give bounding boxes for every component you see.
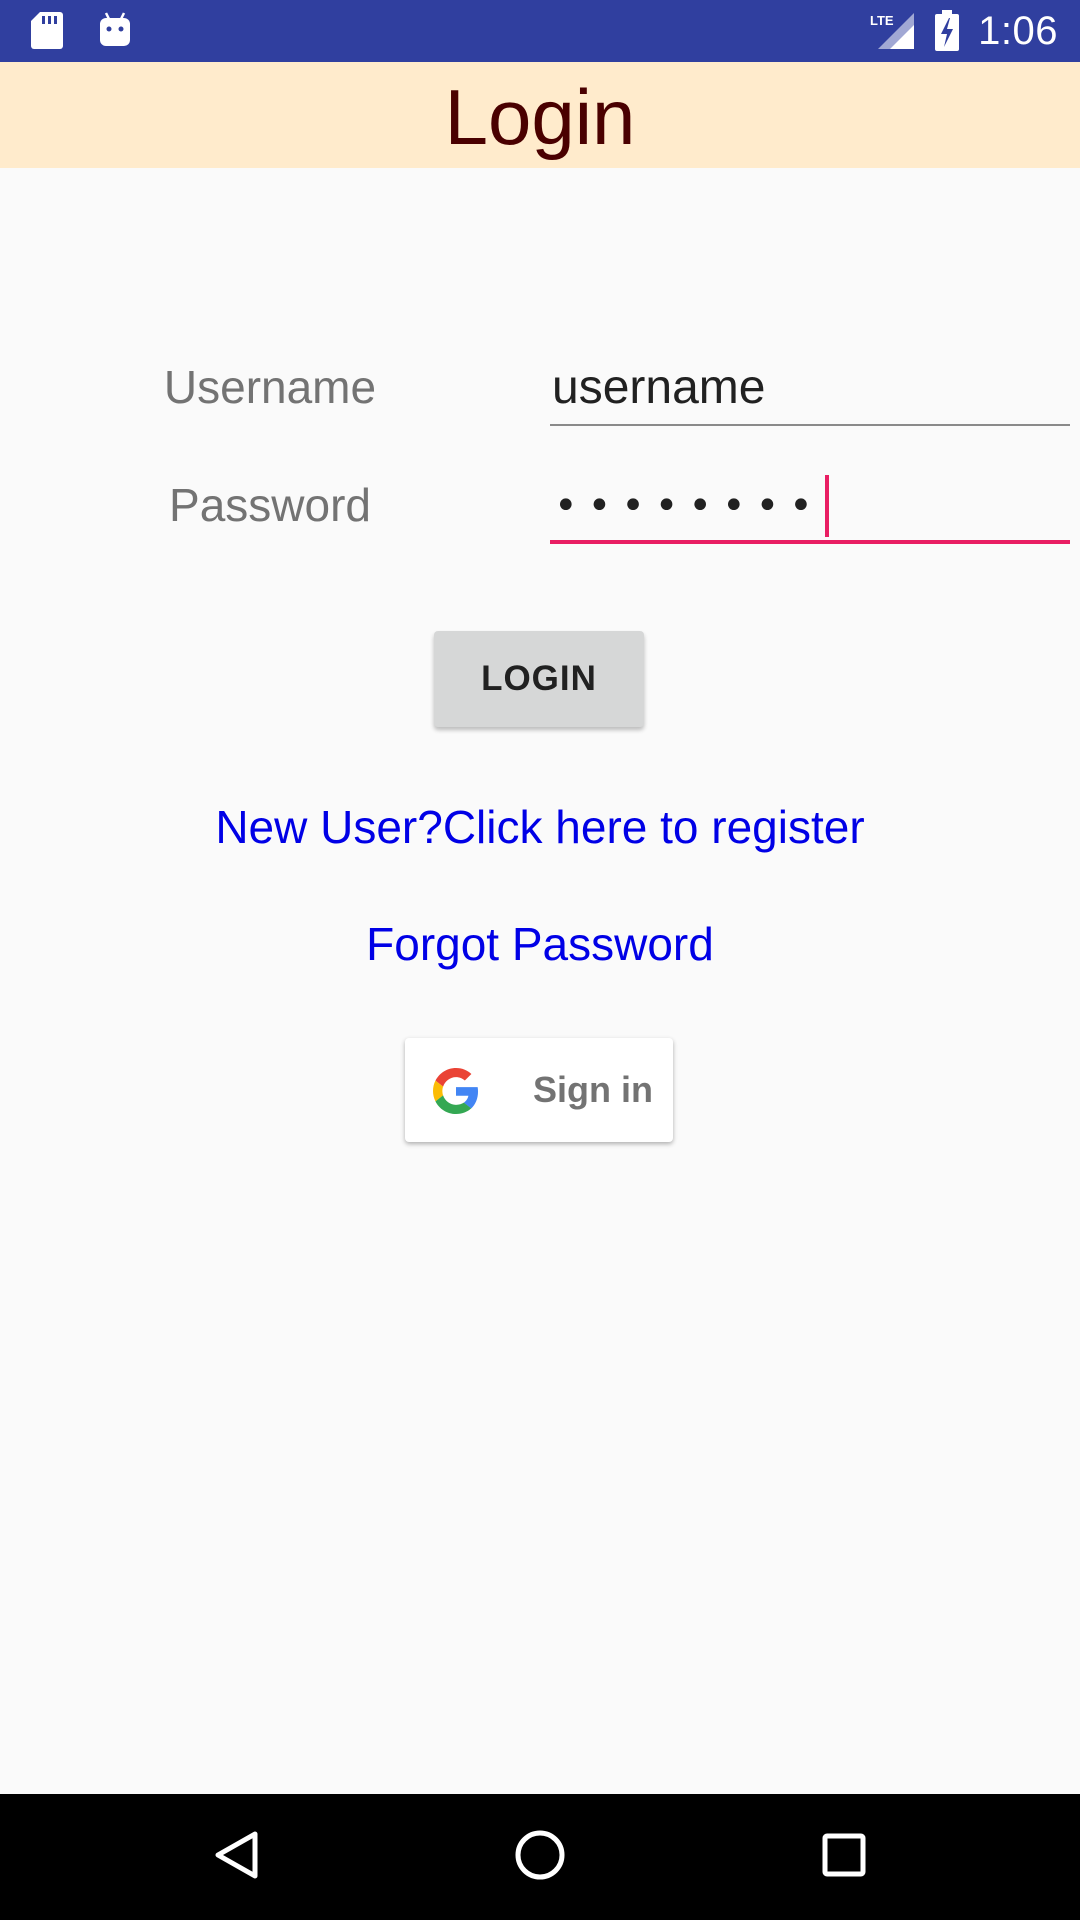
username-field[interactable]: username: [550, 350, 1070, 426]
home-icon: [514, 1829, 566, 1886]
page-title: Login: [444, 73, 636, 161]
back-icon: [213, 1830, 259, 1885]
back-button[interactable]: [166, 1794, 306, 1920]
status-bar: LTE 1:06: [0, 0, 1080, 62]
status-bar-notifications: [30, 10, 132, 50]
password-masked-text: ••••••••: [554, 483, 823, 529]
google-signin-button[interactable]: Sign in: [405, 1038, 673, 1142]
password-label: Password: [169, 479, 371, 531]
status-time: 1:06: [978, 8, 1058, 53]
username-label: Username: [163, 361, 377, 413]
battery-charging-icon: [934, 10, 960, 52]
password-field[interactable]: ••••••••: [550, 468, 1070, 544]
login-button[interactable]: LOGIN: [434, 631, 644, 727]
text-cursor: [824, 475, 829, 537]
recents-button[interactable]: [774, 1794, 914, 1920]
forgot-password-link[interactable]: Forgot Password: [0, 917, 1080, 971]
navigation-bar: [0, 1794, 1080, 1920]
google-signin-label: Sign in: [533, 1069, 653, 1110]
google-logo-icon: [433, 1068, 479, 1119]
home-button[interactable]: [470, 1794, 610, 1920]
login-screen: LTE 1:06 Login Username username Passwor…: [0, 0, 1080, 1920]
title-bar: Login: [0, 62, 1080, 168]
status-bar-system: LTE 1:06: [870, 0, 1058, 62]
recents-icon: [821, 1832, 867, 1883]
lte-signal-icon: LTE: [870, 11, 916, 51]
android-icon: [98, 11, 132, 49]
lte-label: LTE: [870, 13, 894, 28]
sd-card-icon: [30, 10, 64, 50]
password-value: ••••••••: [554, 475, 829, 537]
username-value: username: [552, 361, 766, 414]
register-link[interactable]: New User?Click here to register: [0, 800, 1080, 854]
